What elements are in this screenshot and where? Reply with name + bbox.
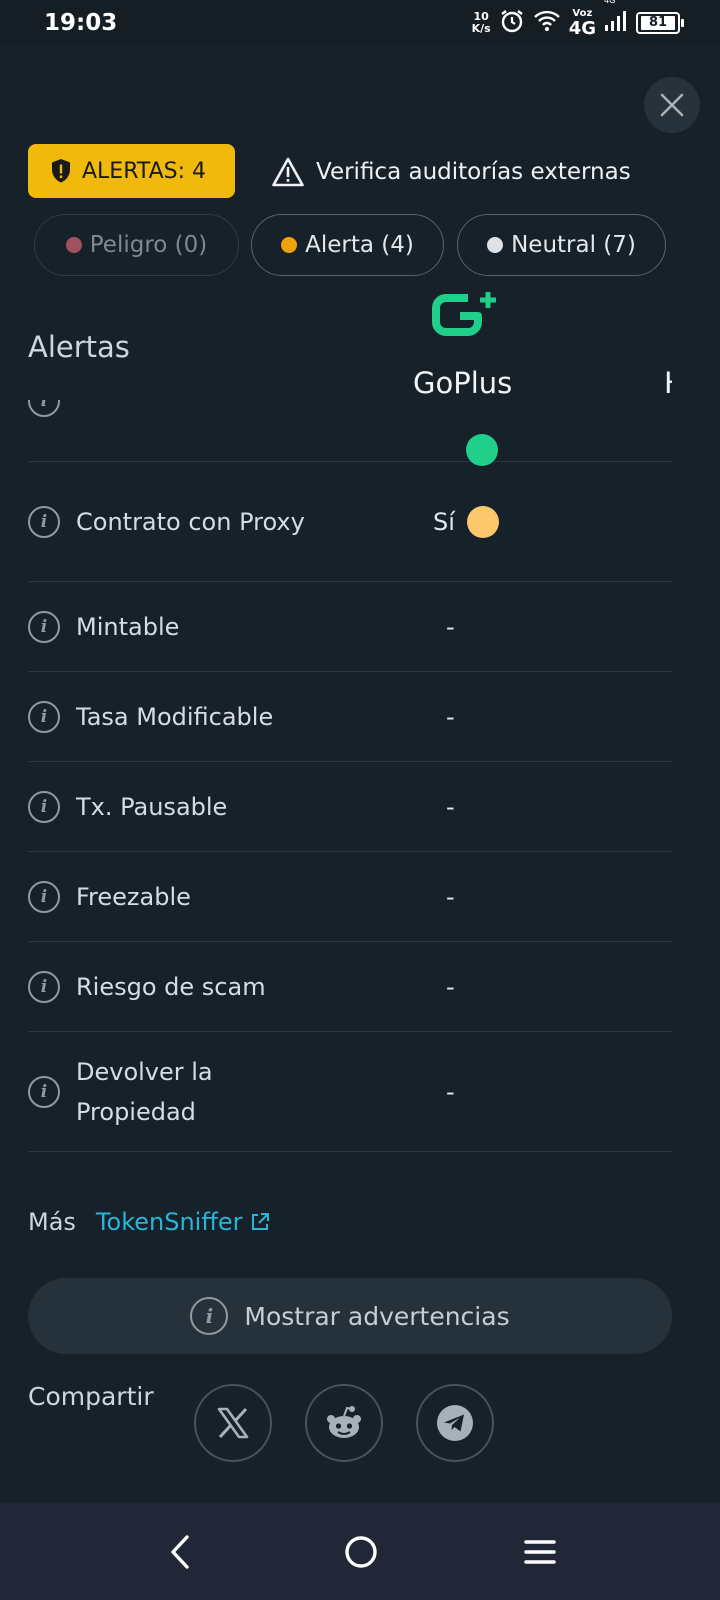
system-nav-bar (0, 1503, 720, 1600)
status-bar: 19:03 10 K/s Voz 4G 4G 81 (0, 0, 720, 46)
row-value-text: - (446, 972, 455, 1001)
warning-dot (466, 505, 499, 538)
row-label: Mintable (76, 612, 180, 641)
alerts-badge: ALERTAS: 4 (28, 144, 235, 198)
alerts-count-label: ALERTAS: 4 (82, 158, 207, 184)
row-label: Riesgo de scam (76, 972, 266, 1001)
info-icon: i (190, 1297, 229, 1335)
menu-icon (524, 1540, 556, 1564)
table-row: i Freezable - (28, 852, 672, 942)
battery-icon: 81 (636, 12, 684, 34)
warning-icon (272, 157, 304, 187)
nav-back-button[interactable] (155, 1527, 205, 1577)
more-sources: Más TokenSniffer (28, 1208, 271, 1236)
info-icon[interactable]: i (28, 1075, 60, 1108)
row-value-text: - (446, 882, 455, 911)
table-row: i Devolver la Propiedad - (28, 1032, 672, 1152)
filter-chip-danger[interactable]: Peligro (0) (34, 214, 239, 276)
net-speed-unit: K/s (471, 22, 491, 35)
row-label: Freezable (76, 882, 191, 911)
info-icon[interactable]: i (28, 880, 60, 913)
alerts-table: i i Contrato con Proxy Sí i Mintable - i… (28, 400, 672, 1168)
filter-chip-label: Neutral (7) (511, 232, 636, 258)
info-icon[interactable]: i (28, 400, 60, 417)
status-time: 19:03 (44, 10, 118, 36)
reddit-icon (327, 1406, 361, 1438)
alert-dot (281, 237, 298, 253)
external-link-icon (251, 1213, 269, 1230)
table-row: i Tasa Modificable - (28, 672, 672, 762)
network-type: 4G (568, 18, 596, 39)
close-button[interactable] (644, 77, 700, 133)
info-icon[interactable]: i (28, 505, 60, 538)
row-value-text: - (446, 792, 455, 821)
x-logo-icon (217, 1407, 249, 1439)
more-label: Más (28, 1208, 76, 1236)
show-warnings-button[interactable]: i Mostrar advertencias (28, 1278, 672, 1354)
status-icons: 10 K/s Voz 4G 4G 81 (472, 0, 684, 38)
signal-icon: 4G (604, 0, 628, 36)
row-value-text: - (446, 702, 455, 731)
share-label: Compartir (28, 1382, 154, 1411)
table-row: i Riesgo de scam - (28, 942, 672, 1032)
telegram-icon (437, 1405, 473, 1441)
row-label: Tx. Pausable (76, 792, 228, 821)
signal-label: 4G (604, 0, 616, 5)
filter-chip-label: Alerta (4) (305, 232, 414, 258)
show-warnings-label: Mostrar advertencias (244, 1301, 510, 1331)
net-speed: 10 K/s (472, 11, 491, 35)
row-value-text: - (446, 1077, 455, 1106)
tokensniffer-link[interactable]: TokenSniffer (96, 1208, 271, 1236)
volte-indicator: Voz 4G (569, 8, 596, 38)
danger-dot (65, 237, 82, 253)
shield-alert-icon (52, 159, 70, 183)
filter-chip-neutral[interactable]: Neutral (7) (457, 214, 666, 276)
filter-chip-alert[interactable]: Alerta (4) (251, 214, 444, 276)
wifi-icon (533, 9, 561, 37)
battery-level: 81 (641, 16, 675, 30)
external-audit-notice[interactable]: Verifica auditorías externas (272, 152, 631, 192)
home-icon (345, 1536, 377, 1568)
share-reddit-button[interactable] (305, 1384, 383, 1462)
goplus-provider-name: GoPlus (413, 366, 513, 400)
table-row: i Tx. Pausable - (28, 762, 672, 852)
info-icon[interactable]: i (28, 970, 60, 1003)
neutral-dot (487, 237, 504, 253)
row-label: Devolver la Propiedad (76, 1057, 213, 1126)
back-icon (171, 1535, 189, 1569)
goplus-logo-icon (432, 292, 496, 336)
row-label: Contrato con Proxy (76, 507, 305, 536)
filter-chip-label: Peligro (0) (89, 232, 208, 258)
audit-text: Verifica auditorías externas (316, 159, 631, 185)
close-icon (660, 93, 684, 117)
table-row: i Mintable - (28, 582, 672, 672)
info-icon[interactable]: i (28, 700, 60, 733)
row-value: Sí (433, 505, 499, 538)
table-row: i Contrato con Proxy Sí (28, 462, 672, 582)
alarm-icon (499, 8, 525, 38)
table-row-partial: i (28, 400, 672, 466)
nav-home-button[interactable] (336, 1527, 386, 1577)
alerts-column-title: Alertas (28, 330, 130, 364)
info-icon[interactable]: i (28, 790, 60, 823)
next-provider-name: H (664, 366, 672, 400)
nav-menu-button[interactable] (515, 1527, 565, 1577)
tokensniffer-link-text: TokenSniffer (95, 1208, 243, 1236)
row-value-text: - (446, 612, 455, 641)
row-value-text: Sí (433, 507, 455, 536)
share-telegram-button[interactable] (416, 1384, 494, 1462)
share-x-button[interactable] (194, 1384, 272, 1462)
row-label: Tasa Modificable (76, 702, 274, 731)
info-icon[interactable]: i (28, 610, 60, 643)
